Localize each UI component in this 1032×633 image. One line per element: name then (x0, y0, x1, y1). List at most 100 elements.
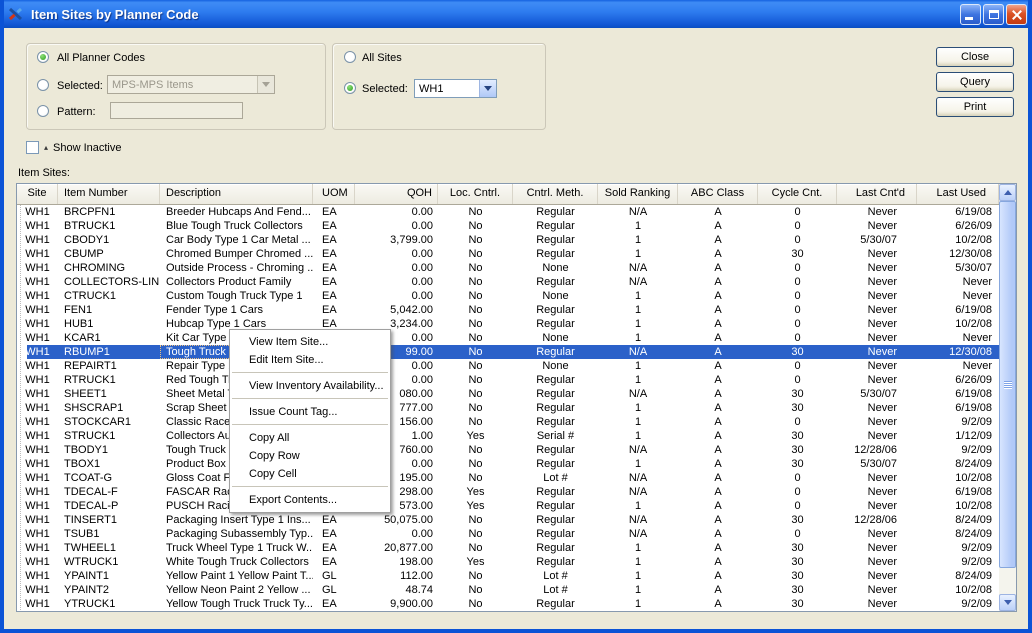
cell: Never (837, 597, 917, 611)
table-row-tinsert1[interactable]: WH1TINSERT1Packaging Insert Type 1 Ins..… (17, 513, 999, 527)
table-row-tdecal-p[interactable]: WH1TDECAL-PPUSCH RacingEA573.00YesRegula… (17, 499, 999, 513)
menu-item-copy-cell[interactable]: Copy Cell (230, 465, 390, 483)
cell: 30 (758, 513, 837, 527)
column-header-site[interactable]: Site (17, 184, 58, 204)
table-row-sheet1[interactable]: WH1SHEET1Sheet Metal TEA080.00NoRegularN… (17, 387, 999, 401)
table-row-ypaint1[interactable]: WH1YPAINT1Yellow Paint 1 Yellow Paint T.… (17, 569, 999, 583)
table-row-shscrap1[interactable]: WH1SHSCRAP1Scrap Sheet MEA777.00NoRegula… (17, 401, 999, 415)
table-row-stockcar1[interactable]: WH1STOCKCAR1Classic Race CEA156.00NoRegu… (17, 415, 999, 429)
table-row-rtruck1[interactable]: WH1RTRUCK1Red Tough TruEA0.00NoRegular1A… (17, 373, 999, 387)
close-window-button[interactable] (1006, 4, 1027, 25)
scrollbar-thumb[interactable] (999, 201, 1016, 568)
minimize-button[interactable] (960, 4, 981, 25)
table-row-hub1[interactable]: WH1HUB1Hubcap Type 1 CarsEA3,234.00NoReg… (17, 317, 999, 331)
table-row-brcpfn1[interactable]: WH1BRCPFN1Breeder Hubcaps And Fend...EA0… (17, 205, 999, 219)
cell: RTRUCK1 (58, 373, 160, 387)
site-selected-label[interactable]: Selected: (362, 83, 408, 95)
cell: A (678, 485, 758, 499)
cell: 8/24/09 (917, 569, 999, 583)
table-row-cbody1[interactable]: WH1CBODY1Car Body Type 1 Car Metal ...EA… (17, 233, 999, 247)
cell: 30 (758, 387, 837, 401)
menu-item-export-contents[interactable]: Export Contents... (230, 491, 390, 509)
column-header-last-used[interactable]: Last Used (917, 184, 999, 204)
all-sites-label[interactable]: All Sites (362, 52, 402, 64)
title-bar[interactable]: Item Sites by Planner Code (0, 0, 1032, 28)
table-row-collectors-line[interactable]: WH1COLLECTORS-LINECollectors Product Fam… (17, 275, 999, 289)
scroll-up-button[interactable] (999, 184, 1016, 201)
cell: A (678, 331, 758, 345)
cell: WH1 (17, 387, 58, 401)
table-row-repairt1[interactable]: WH1REPAIRT1Repair Type 1EA0.00NoNone1A0N… (17, 359, 999, 373)
cell: Never (837, 401, 917, 415)
table-row-rbump1[interactable]: WH1RBUMP1Tough Truck BEA99.00NoRegularN/… (17, 345, 999, 359)
cell: 12/30/08 (917, 345, 999, 359)
column-header-sold-ranking[interactable]: Sold Ranking (598, 184, 678, 204)
menu-item-copy-row[interactable]: Copy Row (230, 447, 390, 465)
menu-item-copy-all[interactable]: Copy All (230, 429, 390, 447)
cell: RBUMP1 (58, 345, 160, 359)
column-header-abc-class[interactable]: ABC Class (678, 184, 758, 204)
planner-selected-label[interactable]: Selected: (57, 80, 103, 92)
column-header-description[interactable]: Description (160, 184, 313, 204)
menu-item-view-inventory-availability[interactable]: View Inventory Availability... (230, 377, 390, 395)
print-button[interactable]: Print (936, 97, 1014, 117)
table-row-wtruck1[interactable]: WH1WTRUCK1White Tough Truck CollectorsEA… (17, 555, 999, 569)
table-row-kcar1[interactable]: WH1KCAR1Kit Car Type 1EA0.00NoNone1A0Nev… (17, 331, 999, 345)
radio-site-selected[interactable] (344, 82, 356, 94)
column-header-cntrl-meth-[interactable]: Cntrl. Meth. (513, 184, 598, 204)
table-row-ypaint2[interactable]: WH1YPAINT2Yellow Neon Paint 2 Yellow ...… (17, 583, 999, 597)
cell: A (678, 429, 758, 443)
cell: 0 (758, 317, 837, 331)
column-header-item-number[interactable]: Item Number (58, 184, 160, 204)
table-row-btruck1[interactable]: WH1BTRUCK1Blue Tough Truck CollectorsEA0… (17, 219, 999, 233)
menu-item-edit-item-site[interactable]: Edit Item Site... (230, 351, 390, 369)
query-button[interactable]: Query (936, 72, 1014, 92)
radio-all-sites[interactable] (344, 51, 356, 63)
table-row-tbody1[interactable]: WH1TBODY1Tough Truck BEA760.00NoRegularN… (17, 443, 999, 457)
app-icon[interactable] (8, 6, 24, 22)
table-row-chroming[interactable]: WH1CHROMINGOutside Process - Chroming ..… (17, 261, 999, 275)
table-row-tbox1[interactable]: WH1TBOX1Product Box TEA0.00NoRegular1A30… (17, 457, 999, 471)
table-row-twheel1[interactable]: WH1TWHEEL1Truck Wheel Type 1 Truck W...E… (17, 541, 999, 555)
chevron-down-icon[interactable] (479, 80, 496, 97)
radio-all-planner-codes[interactable] (37, 51, 49, 63)
cell: SHSCRAP1 (58, 401, 160, 415)
radio-planner-selected[interactable] (37, 79, 49, 91)
column-header-uom[interactable]: UOM (313, 184, 355, 204)
column-header-qoh[interactable]: QOH (355, 184, 438, 204)
table-row-cbump[interactable]: WH1CBUMPChromed Bumper Chromed ...EA0.00… (17, 247, 999, 261)
cell: Fender Type 1 Cars (160, 303, 313, 317)
planner-pattern-label[interactable]: Pattern: (57, 106, 96, 118)
cell: WH1 (17, 331, 58, 345)
column-header-cycle-cnt-[interactable]: Cycle Cnt. (758, 184, 837, 204)
table-row-tdecal-f[interactable]: WH1TDECAL-FFASCAR RacinEA298.00YesRegula… (17, 485, 999, 499)
scroll-down-button[interactable] (999, 594, 1016, 611)
cell: WH1 (17, 513, 58, 527)
cell: STOCKCAR1 (58, 415, 160, 429)
pattern-input[interactable] (110, 102, 243, 119)
show-inactive-label[interactable]: Show Inactive (53, 142, 121, 154)
column-header-last-cnt-d[interactable]: Last Cnt'd (837, 184, 917, 204)
planner-code-combobox[interactable]: MPS-MPS Items (107, 75, 275, 94)
cell: 9/2/09 (917, 597, 999, 611)
table-row-fen1[interactable]: WH1FEN1Fender Type 1 CarsEA5,042.00NoReg… (17, 303, 999, 317)
close-button[interactable]: Close (936, 47, 1014, 67)
cell: EA (313, 303, 355, 317)
cell: Never (917, 331, 999, 345)
table-row-tcoat-g[interactable]: WH1TCOAT-GGloss Coat FinEA195.00NoLot #N… (17, 471, 999, 485)
maximize-button[interactable] (983, 4, 1004, 25)
table-row-tsub1[interactable]: WH1TSUB1Packaging Subassembly Typ...EA0.… (17, 527, 999, 541)
vertical-scrollbar[interactable] (999, 184, 1016, 611)
table-row-ctruck1[interactable]: WH1CTRUCK1Custom Tough Truck Type 1EA0.0… (17, 289, 999, 303)
column-header-loc-cntrl-[interactable]: Loc. Cntrl. (438, 184, 513, 204)
cell: 30 (758, 597, 837, 611)
menu-item-issue-count-tag[interactable]: Issue Count Tag... (230, 403, 390, 421)
table-row-struck1[interactable]: WH1STRUCK1Collectors AutEA1.00YesSerial … (17, 429, 999, 443)
show-inactive-checkbox[interactable] (26, 141, 39, 154)
table-row-ytruck1[interactable]: WH1YTRUCK1Yellow Tough Truck Truck Ty...… (17, 597, 999, 611)
cell: Yes (438, 555, 513, 569)
menu-item-view-item-site[interactable]: View Item Site... (230, 333, 390, 351)
radio-planner-pattern[interactable] (37, 105, 49, 117)
all-planner-codes-label[interactable]: All Planner Codes (57, 52, 145, 64)
site-combobox[interactable]: WH1 (414, 79, 497, 98)
